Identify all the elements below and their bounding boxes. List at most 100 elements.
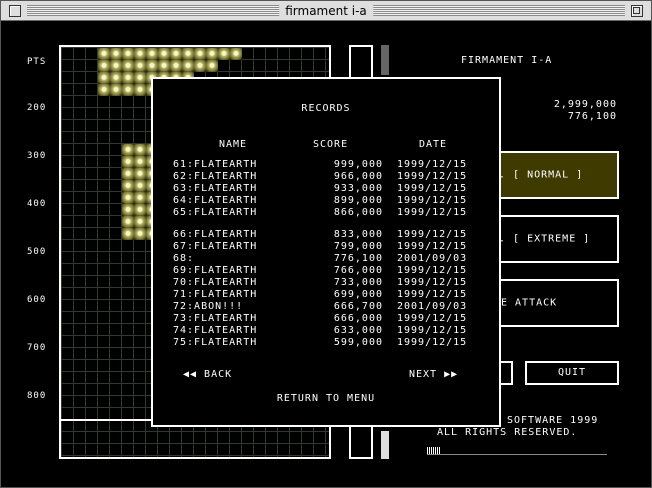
- quit-label: QUIT: [557, 367, 587, 378]
- progress-bar: [427, 447, 607, 455]
- record-row: 67:FLATEARTH 799,000 1999/12/15: [153, 241, 499, 253]
- record-date: 1999/12/15: [397, 195, 468, 206]
- record-name: 74:FLATEARTH: [173, 325, 258, 336]
- record-score: 866,000: [333, 207, 383, 218]
- record-date: 1999/12/15: [397, 241, 468, 252]
- record-score: 699,000: [333, 289, 383, 300]
- record-date: 1999/12/15: [397, 277, 468, 288]
- record-row: 72:ABON!!! 666,700 2001/09/03: [153, 301, 499, 313]
- record-row: 73:FLATEARTH 666,000 1999/12/15: [153, 313, 499, 325]
- row-label: 800: [27, 391, 47, 401]
- zoom-box-icon[interactable]: [631, 5, 643, 17]
- gem-block: [122, 204, 134, 216]
- gauge-indicator: [381, 45, 389, 75]
- gem-block: [98, 48, 110, 60]
- gem-block: [122, 144, 134, 156]
- record-row: 66:FLATEARTH 833,000 1999/12/15: [153, 229, 499, 241]
- gem-block: [182, 48, 194, 60]
- gem-block: [98, 72, 110, 84]
- record-row: 62:FLATEARTH 966,000 1999/12/15: [153, 171, 499, 183]
- gem-block: [158, 48, 170, 60]
- hiscore-second: 776,100: [567, 111, 617, 122]
- row-label: 500: [27, 247, 47, 257]
- gem-block: [122, 228, 134, 240]
- back-button[interactable]: ◀◀ BACK: [183, 369, 232, 380]
- record-name: 68:: [173, 253, 195, 264]
- mode-extreme-button[interactable]: . [ EXTREME ]: [497, 215, 619, 263]
- record-name: 62:FLATEARTH: [173, 171, 258, 182]
- gem-block: [146, 48, 158, 60]
- hiscore-top: 2,999,000: [553, 99, 617, 110]
- gem-block: [170, 60, 182, 72]
- close-box-icon[interactable]: [9, 5, 21, 17]
- record-row: 69:FLATEARTH 766,000 1999/12/15: [153, 265, 499, 277]
- record-date: 1999/12/15: [397, 337, 468, 348]
- gauge-indicator-bottom: [381, 431, 389, 459]
- gem-block: [146, 60, 158, 72]
- column-header-score: SCORE: [313, 139, 349, 150]
- return-to-menu-button[interactable]: RETURN TO MENU: [153, 393, 499, 404]
- window-title: firmament i-a: [279, 3, 373, 19]
- column-header-date: DATE: [419, 139, 448, 150]
- record-score: 933,000: [333, 183, 383, 194]
- record-row: 61:FLATEARTH 999,000 1999/12/15: [153, 159, 499, 171]
- record-score: 633,000: [333, 325, 383, 336]
- record-date: 1999/12/15: [397, 325, 468, 336]
- copyright-line-2: ALL RIGHTS RESERVED.: [437, 427, 578, 438]
- gem-block: [134, 72, 146, 84]
- record-name: 70:FLATEARTH: [173, 277, 258, 288]
- gem-block: [134, 168, 146, 180]
- gauge-frame-bottom: [349, 427, 373, 459]
- gem-block: [122, 48, 134, 60]
- record-row: 63:FLATEARTH 933,000 1999/12/15: [153, 183, 499, 195]
- record-date: 1999/12/15: [397, 229, 468, 240]
- mode-extreme-label: . [ EXTREME ]: [499, 233, 591, 245]
- gem-block: [122, 156, 134, 168]
- record-name: 69:FLATEARTH: [173, 265, 258, 276]
- gem-block: [122, 216, 134, 228]
- gem-block: [134, 144, 146, 156]
- gem-block: [230, 48, 242, 60]
- game-window: firmament i-a PTS 200 300 400 500 600 70…: [0, 0, 652, 488]
- record-name: 65:FLATEARTH: [173, 207, 258, 218]
- record-score: 766,000: [333, 265, 383, 276]
- copyright-line-1: SOFTWARE 1999: [507, 415, 599, 426]
- gem-block: [194, 60, 206, 72]
- mode-normal-button[interactable]: . [ NORMAL ]: [497, 151, 619, 199]
- record-row: 65:FLATEARTH 866,000 1999/12/15: [153, 207, 499, 219]
- gem-block: [194, 48, 206, 60]
- row-label: PTS: [27, 57, 47, 67]
- gem-block: [134, 180, 146, 192]
- record-date: 1999/12/15: [397, 207, 468, 218]
- record-date: 1999/12/15: [397, 159, 468, 170]
- column-header-name: NAME: [219, 139, 248, 150]
- gem-block: [98, 84, 110, 96]
- record-row: 70:FLATEARTH 733,000 1999/12/15: [153, 277, 499, 289]
- record-name: 61:FLATEARTH: [173, 159, 258, 170]
- gem-block: [134, 204, 146, 216]
- gem-block: [98, 60, 110, 72]
- game-title: FIRMAMENT I-A: [461, 55, 553, 66]
- record-row: 71:FLATEARTH 699,000 1999/12/15: [153, 289, 499, 301]
- title-bar[interactable]: firmament i-a: [1, 1, 651, 21]
- gem-block: [122, 84, 134, 96]
- gem-block: [122, 72, 134, 84]
- gem-block: [110, 72, 122, 84]
- record-date: 1999/12/15: [397, 171, 468, 182]
- row-label: 200: [27, 103, 47, 113]
- record-name: 71:FLATEARTH: [173, 289, 258, 300]
- next-button[interactable]: NEXT ▶▶: [409, 369, 458, 380]
- mode-attack-button[interactable]: E ATTACK: [497, 279, 619, 327]
- record-score: 899,000: [333, 195, 383, 206]
- record-date: 1999/12/15: [397, 313, 468, 324]
- quit-button[interactable]: QUIT: [525, 361, 619, 385]
- record-row: 64:FLATEARTH 899,000 1999/12/15: [153, 195, 499, 207]
- gem-block: [134, 48, 146, 60]
- record-row: 75:FLATEARTH 599,000 1999/12/15: [153, 337, 499, 349]
- row-label: 600: [27, 295, 47, 305]
- record-name: 67:FLATEARTH: [173, 241, 258, 252]
- row-label: 400: [27, 199, 47, 209]
- record-name: 64:FLATEARTH: [173, 195, 258, 206]
- record-name: 75:FLATEARTH: [173, 337, 258, 348]
- record-name: 73:FLATEARTH: [173, 313, 258, 324]
